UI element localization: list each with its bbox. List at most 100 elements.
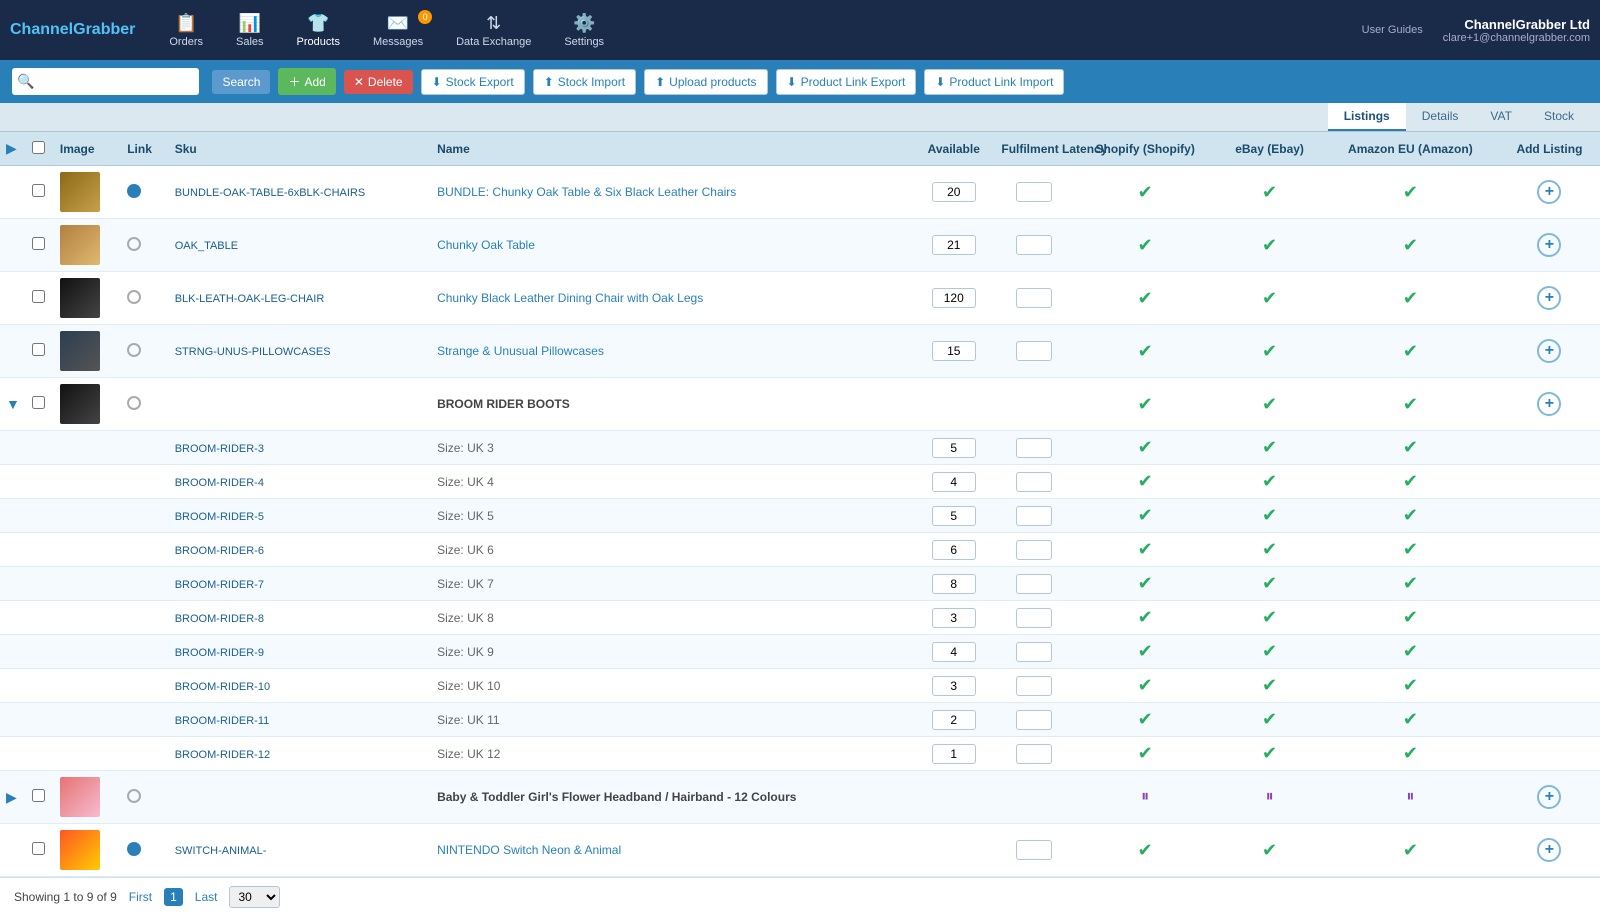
variant-name: Size: UK 7 — [437, 577, 494, 591]
sku-text: BROOM-RIDER-7 — [175, 579, 264, 591]
nav-item-orders[interactable]: 📋 Orders — [155, 5, 217, 56]
fulfilment-cell — [995, 325, 1073, 378]
add-listing-button[interactable]: + — [1537, 286, 1561, 310]
tab-stock[interactable]: Stock — [1528, 103, 1590, 131]
shopify-cell: ⏸ — [1073, 771, 1217, 824]
stock-import-button[interactable]: ⬆ Stock Import — [533, 69, 636, 95]
add-listing-button[interactable]: + — [1537, 838, 1561, 862]
available-input[interactable] — [932, 574, 976, 594]
delete-button[interactable]: ✕ Delete — [344, 70, 413, 94]
add-button[interactable]: ＋ Add — [278, 68, 335, 95]
fulfilment-input[interactable] — [1016, 608, 1052, 628]
expand-all-button[interactable]: ▶ — [6, 140, 17, 157]
row-checkbox[interactable] — [32, 184, 45, 197]
add-listing-button[interactable]: + — [1537, 180, 1561, 204]
per-page-selector[interactable]: 30 50 100 — [229, 886, 280, 908]
current-page[interactable]: 1 — [164, 888, 183, 906]
product-link-export-button[interactable]: ⬇ Product Link Export — [776, 69, 917, 95]
fulfilment-input[interactable] — [1016, 182, 1052, 202]
row-checkbox[interactable] — [32, 343, 45, 356]
row-checkbox[interactable] — [32, 396, 45, 409]
available-input[interactable] — [932, 506, 976, 526]
available-input[interactable] — [932, 288, 976, 308]
row-checkbox[interactable] — [32, 789, 45, 802]
available-input[interactable] — [932, 472, 976, 492]
search-input[interactable] — [39, 70, 199, 94]
check-cell — [26, 824, 54, 877]
sku-cell: BROOM-RIDER-11 — [169, 703, 431, 737]
add-listing-button[interactable]: + — [1537, 339, 1561, 363]
available-input[interactable] — [932, 235, 976, 255]
ebay-cell: ✔ — [1217, 431, 1322, 465]
fulfilment-input[interactable] — [1016, 506, 1052, 526]
fulfilment-input[interactable] — [1016, 744, 1052, 764]
add-listing-button[interactable]: + — [1537, 785, 1561, 809]
fulfilment-input[interactable] — [1016, 540, 1052, 560]
available-input[interactable] — [932, 540, 976, 560]
fulfilment-input[interactable] — [1016, 341, 1052, 361]
user-guides-link[interactable]: User Guides — [1362, 24, 1423, 36]
name-cell: BROOM RIDER BOOTS — [431, 378, 912, 431]
row-checkbox[interactable] — [32, 237, 45, 250]
first-page-link[interactable]: First — [129, 890, 152, 904]
available-input[interactable] — [932, 438, 976, 458]
nav-orders-label: Orders — [169, 36, 203, 48]
last-page-link[interactable]: Last — [195, 890, 218, 904]
amazon-cell: ✔ — [1322, 499, 1499, 533]
name-cell: Baby & Toddler Girl's Flower Headband / … — [431, 771, 912, 824]
ebay-cell: ✔ — [1217, 499, 1322, 533]
available-input[interactable] — [932, 710, 976, 730]
fulfilment-input[interactable] — [1016, 472, 1052, 492]
expand-button[interactable]: ▼ — [6, 396, 20, 412]
fulfilment-cell — [995, 533, 1073, 567]
search-button[interactable]: Search — [212, 70, 270, 94]
fulfilment-input[interactable] — [1016, 235, 1052, 255]
available-input[interactable] — [932, 642, 976, 662]
available-input[interactable] — [932, 341, 976, 361]
tab-vat[interactable]: VAT — [1474, 103, 1528, 131]
sku-cell: BROOM-RIDER-3 — [169, 431, 431, 465]
table-row: STRNG-UNUS-PILLOWCASES Strange & Unusual… — [0, 325, 1600, 378]
table-row: BUNDLE-OAK-TABLE-6xBLK-CHAIRS BUNDLE: Ch… — [0, 166, 1600, 219]
expand-cell — [0, 325, 26, 378]
expand-button[interactable]: ▶ — [6, 789, 17, 806]
upload-products-icon: ⬆ — [655, 75, 665, 89]
fulfilment-input[interactable] — [1016, 438, 1052, 458]
nav-products-wrap: 👕 Products — [283, 5, 354, 56]
tab-listings[interactable]: Listings — [1328, 103, 1406, 131]
amazon-cell: ⏸ — [1322, 771, 1499, 824]
name-cell: Size: UK 12 — [431, 737, 912, 771]
available-input[interactable] — [932, 182, 976, 202]
fulfilment-input[interactable] — [1016, 676, 1052, 696]
per-page-select[interactable]: 30 50 100 — [229, 886, 280, 908]
add-listing-button[interactable]: + — [1537, 392, 1561, 416]
link-cell — [121, 771, 169, 824]
available-input[interactable] — [932, 608, 976, 628]
available-input[interactable] — [932, 744, 976, 764]
fulfilment-input[interactable] — [1016, 288, 1052, 308]
nav-item-data-exchange[interactable]: ⇅ Data Exchange — [442, 5, 545, 56]
row-checkbox[interactable] — [32, 290, 45, 303]
product-link-import-button[interactable]: ⬇ Product Link Import — [924, 69, 1064, 95]
nav-item-settings[interactable]: ⚙️ Settings — [550, 5, 618, 56]
nav-item-products[interactable]: 👕 Products — [283, 5, 354, 56]
table-row: BROOM-RIDER-3 Size: UK 3 ✔ ✔ ✔ — [0, 431, 1600, 465]
available-input[interactable] — [932, 676, 976, 696]
add-listing-cell — [1499, 635, 1600, 669]
fulfilment-input[interactable] — [1016, 710, 1052, 730]
nav-item-sales[interactable]: 📊 Sales — [222, 5, 278, 56]
add-listing-button[interactable]: + — [1537, 233, 1561, 257]
upload-products-button[interactable]: ⬆ Upload products — [644, 69, 767, 95]
fulfilment-input[interactable] — [1016, 574, 1052, 594]
available-cell — [912, 499, 995, 533]
fulfilment-input[interactable] — [1016, 642, 1052, 662]
stock-import-label: Stock Import — [558, 75, 625, 89]
fulfilment-input[interactable] — [1016, 840, 1052, 860]
check-cell — [26, 533, 54, 567]
row-checkbox[interactable] — [32, 842, 45, 855]
select-all-checkbox[interactable] — [32, 141, 45, 154]
tab-details[interactable]: Details — [1406, 103, 1475, 131]
product-image — [60, 278, 100, 318]
check-icon: ✔ — [1262, 235, 1277, 255]
stock-export-button[interactable]: ⬇ Stock Export — [421, 69, 525, 95]
